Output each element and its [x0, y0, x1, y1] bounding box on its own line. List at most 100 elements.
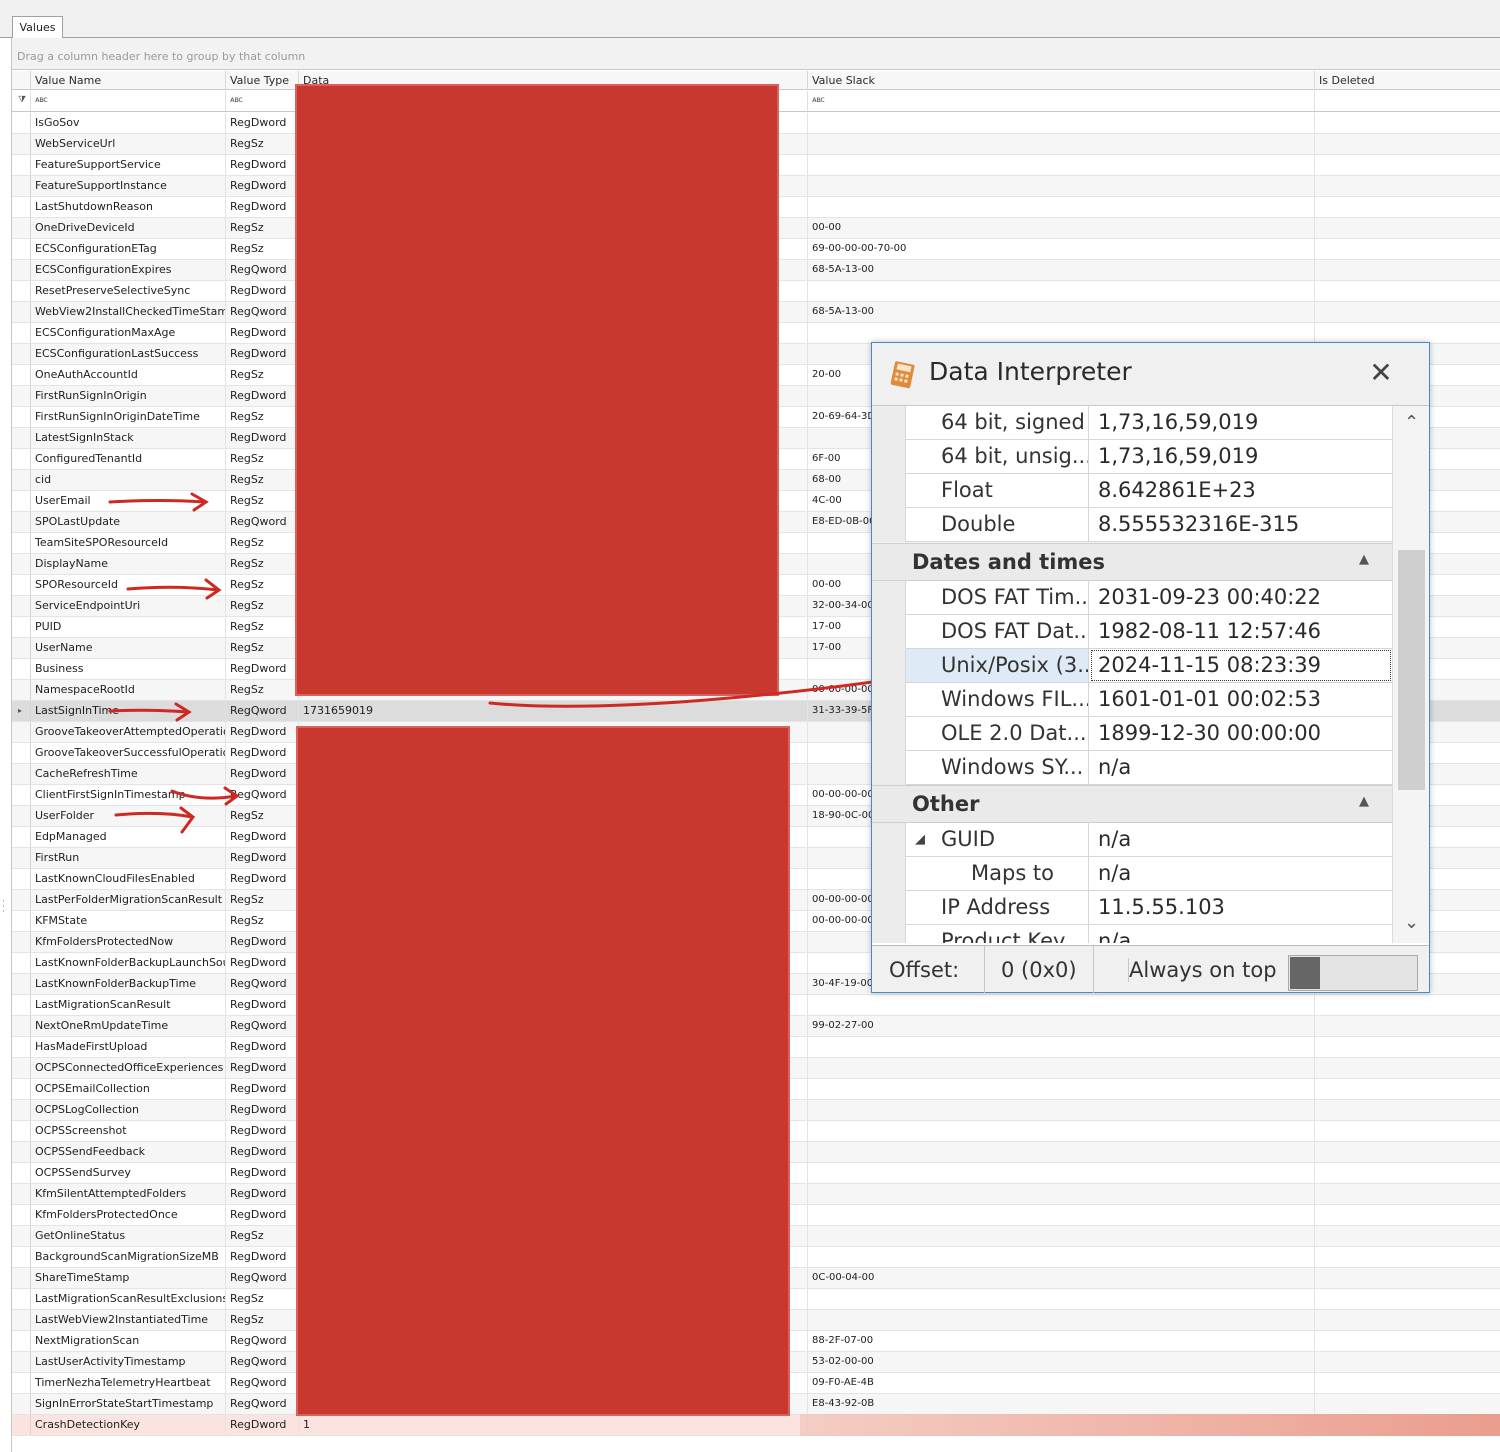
- cell-is-deleted[interactable]: [1315, 1079, 1500, 1099]
- cell-value-name[interactable]: CacheRefreshTime: [31, 764, 226, 784]
- cell-value-name[interactable]: LastWebView2InstantiatedTime: [31, 1310, 226, 1330]
- row-indicator[interactable]: [12, 533, 31, 553]
- row-indicator[interactable]: [12, 575, 31, 595]
- cell-value-name[interactable]: FeatureSupportService: [31, 155, 226, 175]
- cell-value-type[interactable]: RegDword: [226, 1121, 299, 1141]
- column-header-value-name[interactable]: Value Name: [31, 71, 226, 90]
- cell-value-slack[interactable]: [808, 1100, 1315, 1120]
- cell-value-type[interactable]: RegSz: [226, 449, 299, 469]
- category-other[interactable]: Other ▲: [872, 785, 1392, 823]
- cell-is-deleted[interactable]: [1315, 1226, 1500, 1246]
- row-indicator[interactable]: [12, 1079, 31, 1099]
- cell-is-deleted[interactable]: [1315, 1247, 1500, 1267]
- cell-value-name[interactable]: HasMadeFirstUpload: [31, 1037, 226, 1057]
- row-indicator[interactable]: [12, 134, 31, 154]
- row-indicator[interactable]: [12, 1268, 31, 1288]
- row-indicator[interactable]: [12, 680, 31, 700]
- row-indicator[interactable]: [12, 281, 31, 301]
- cell-value-slack[interactable]: [808, 176, 1315, 196]
- scroll-down-icon[interactable]: ⌄: [1393, 912, 1429, 933]
- row-indicator[interactable]: [12, 806, 31, 826]
- cell-value-type[interactable]: RegQword: [226, 785, 299, 805]
- cell-value-name[interactable]: SignInErrorStateStartTimestamp: [31, 1394, 226, 1414]
- cell-value-type[interactable]: RegDword: [226, 995, 299, 1015]
- row-indicator[interactable]: [12, 722, 31, 742]
- cell-is-deleted[interactable]: [1315, 1289, 1500, 1309]
- row-indicator[interactable]: [12, 302, 31, 322]
- cell-value-name[interactable]: GetOnlineStatus: [31, 1226, 226, 1246]
- cell-is-deleted[interactable]: [1315, 323, 1500, 343]
- row-indicator[interactable]: [12, 155, 31, 175]
- cell-value-type[interactable]: RegSz: [226, 218, 299, 238]
- row-indicator[interactable]: [12, 386, 31, 406]
- cell-value-name[interactable]: OCPSSendSurvey: [31, 1163, 226, 1183]
- cell-value-type[interactable]: RegSz: [226, 470, 299, 490]
- cell-value-name[interactable]: CrashDetectionKey: [31, 1415, 226, 1435]
- cell-value-type[interactable]: RegSz: [226, 806, 299, 826]
- row-indicator[interactable]: [12, 470, 31, 490]
- cell-value-name[interactable]: TeamSiteSPOResourceId: [31, 533, 226, 553]
- cell-value-type[interactable]: RegDword: [226, 386, 299, 406]
- prop-ip-address[interactable]: IP Address 11.5.55.103: [906, 891, 1392, 925]
- row-indicator[interactable]: [12, 218, 31, 238]
- cell-value-type[interactable]: RegDword: [226, 197, 299, 217]
- cell-value-type[interactable]: RegDword: [226, 1184, 299, 1204]
- cell-is-deleted[interactable]: [1315, 281, 1500, 301]
- cell-value-type[interactable]: RegSz: [226, 617, 299, 637]
- row-indicator[interactable]: [12, 785, 31, 805]
- cell-value-name[interactable]: LastKnownFolderBackupLaunchSource: [31, 953, 226, 973]
- cell-is-deleted[interactable]: [1315, 1163, 1500, 1183]
- cell-is-deleted[interactable]: [1315, 302, 1500, 322]
- cell-value-slack[interactable]: 09-F0-AE-4B: [808, 1373, 1315, 1393]
- cell-value-name[interactable]: LastMigrationScanResult: [31, 995, 226, 1015]
- row-indicator[interactable]: [12, 764, 31, 784]
- cell-is-deleted[interactable]: [1315, 1268, 1500, 1288]
- row-indicator[interactable]: [12, 932, 31, 952]
- cell-value-name[interactable]: SPOResourceId: [31, 575, 226, 595]
- cell-value-type[interactable]: RegDword: [226, 1142, 299, 1162]
- cell-value-slack[interactable]: [808, 1184, 1315, 1204]
- cell-is-deleted[interactable]: [1315, 1310, 1500, 1330]
- cell-value-type[interactable]: RegQword: [226, 1016, 299, 1036]
- cell-value-type[interactable]: RegQword: [226, 974, 299, 994]
- cell-value-type[interactable]: RegSz: [226, 911, 299, 931]
- cell-value-name[interactable]: LastMigrationScanResultExclusions: [31, 1289, 226, 1309]
- cell-value-name[interactable]: FirstRunSignInOrigin: [31, 386, 226, 406]
- row-indicator[interactable]: [12, 953, 31, 973]
- prop-ole-date[interactable]: OLE 2.0 Dat... 1899-12-30 00:00:00: [906, 717, 1392, 751]
- row-indicator[interactable]: [12, 554, 31, 574]
- column-header-is-deleted[interactable]: Is Deleted: [1315, 71, 1500, 90]
- row-indicator[interactable]: [12, 365, 31, 385]
- cell-value-type[interactable]: RegSz: [226, 407, 299, 427]
- cell-value-type[interactable]: RegDword: [226, 428, 299, 448]
- prop-float[interactable]: Float 8.642861E+23: [906, 474, 1392, 508]
- cell-value-slack[interactable]: 88-2F-07-00: [808, 1331, 1315, 1351]
- cell-value-type[interactable]: RegSz: [226, 680, 299, 700]
- prop-maps-to[interactable]: Maps to n/a: [906, 857, 1392, 891]
- cell-value-name[interactable]: ShareTimeStamp: [31, 1268, 226, 1288]
- cell-value-type[interactable]: RegDword: [226, 848, 299, 868]
- cell-value-type[interactable]: RegSz: [226, 638, 299, 658]
- cell-value-name[interactable]: KfmSilentAttemptedFolders: [31, 1184, 226, 1204]
- expand-triangle-icon[interactable]: ◢: [915, 823, 925, 856]
- cell-value-name[interactable]: OneAuthAccountId: [31, 365, 226, 385]
- row-indicator[interactable]: [12, 1331, 31, 1351]
- cell-value-name[interactable]: NextOneRmUpdateTime: [31, 1016, 226, 1036]
- cell-value-name[interactable]: ResetPreserveSelectiveSync: [31, 281, 226, 301]
- row-indicator[interactable]: [12, 1352, 31, 1372]
- cell-is-deleted[interactable]: [1315, 1100, 1500, 1120]
- cell-is-deleted[interactable]: [1315, 1016, 1500, 1036]
- cell-value-type[interactable]: RegDword: [226, 176, 299, 196]
- cell-value-name[interactable]: LastKnownCloudFilesEnabled: [31, 869, 226, 889]
- row-indicator[interactable]: [12, 1016, 31, 1036]
- prop-64bit-signed[interactable]: 64 bit, signed 1,73,16,59,019: [906, 406, 1392, 440]
- row-indicator[interactable]: [12, 1415, 31, 1435]
- row-indicator[interactable]: [12, 407, 31, 427]
- collapse-caret-icon[interactable]: ▲: [1359, 552, 1369, 567]
- row-indicator[interactable]: [12, 1226, 31, 1246]
- prop-64bit-unsigned[interactable]: 64 bit, unsig... 1,73,16,59,019: [906, 440, 1392, 474]
- prop-dos-fat-date[interactable]: DOS FAT Dat... 1982-08-11 12:57:46: [906, 615, 1392, 649]
- cell-is-deleted[interactable]: [1315, 113, 1500, 133]
- row-indicator[interactable]: [12, 596, 31, 616]
- prop-guid[interactable]: ◢ GUID n/a: [906, 823, 1392, 857]
